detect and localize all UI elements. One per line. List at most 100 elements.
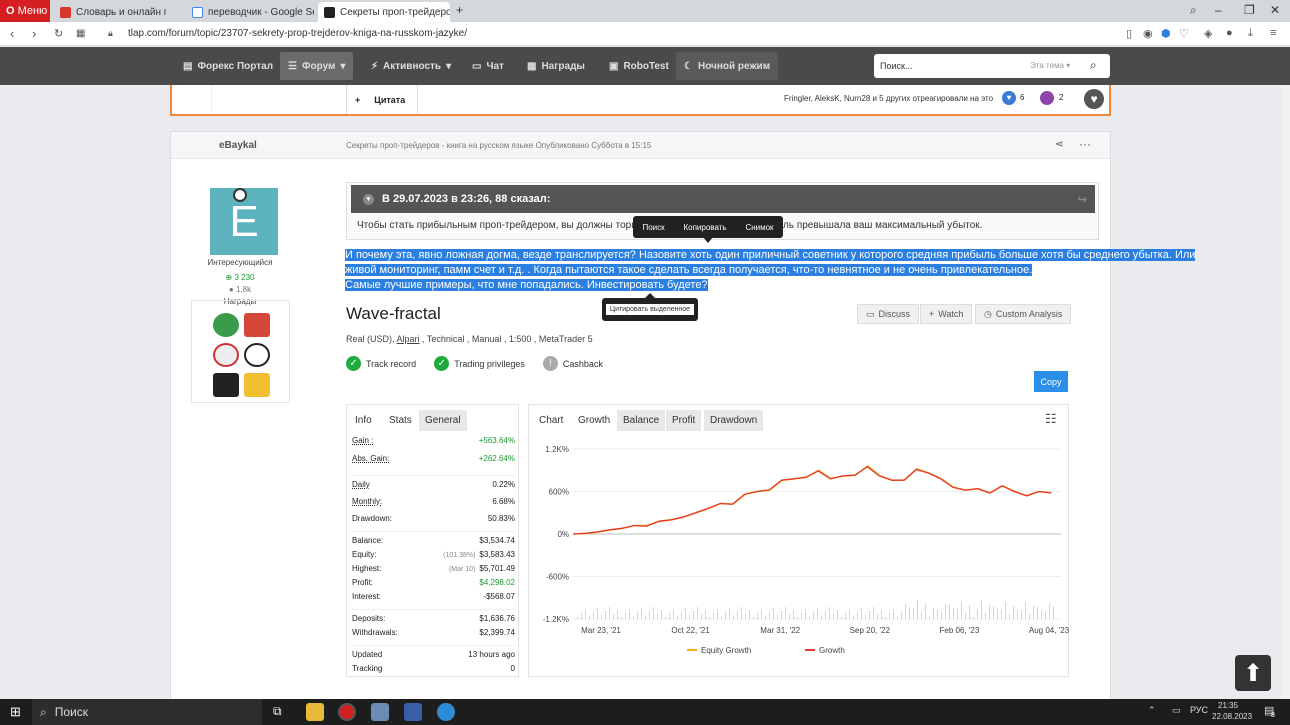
award-house-icon[interactable]	[213, 313, 239, 337]
camera-icon[interactable]: ◉	[1143, 27, 1153, 40]
opera-taskbar-icon[interactable]	[338, 703, 356, 721]
search-scope[interactable]: Эта тема ▾	[1030, 61, 1070, 70]
user-rank: Интересующийся	[207, 258, 273, 267]
nav-chat[interactable]: ▭ Чат	[472, 47, 504, 85]
tab-stats[interactable]: Stats	[383, 410, 418, 431]
share-arrow-icon[interactable]: ↪	[1078, 193, 1087, 206]
broker-link[interactable]: Alpari	[397, 334, 420, 344]
nav-activity[interactable]: ⚡︎ Активность ▾	[371, 47, 451, 85]
tab-drawdown[interactable]: Drawdown	[704, 410, 764, 431]
quote-header[interactable]: ▾ В 29.07.2023 в 23:26, 88 сказал: ↪	[351, 185, 1095, 213]
award-briefcase-icon[interactable]	[213, 373, 239, 397]
tab-chart[interactable]: Chart	[533, 410, 569, 431]
author-name[interactable]: eBaykal	[219, 140, 257, 151]
search-tabs-icon[interactable]: ⌕	[1190, 3, 1197, 18]
vpn-icon[interactable]: ⬢	[1161, 27, 1171, 40]
menu-icon[interactable]: ≡	[1270, 27, 1276, 39]
chart-settings-icon[interactable]: ☷	[1045, 411, 1057, 427]
context-snapshot[interactable]: Снимок	[745, 223, 773, 232]
context-copy[interactable]: Копировать	[683, 223, 726, 232]
network-icon[interactable]: ▭	[1172, 705, 1181, 716]
cube-icon[interactable]: ◈	[1204, 27, 1212, 40]
clock-time[interactable]: 21:35	[1218, 701, 1238, 710]
restore-icon[interactable]: ❐	[1244, 3, 1255, 17]
volume-bar	[589, 616, 590, 619]
discuss-button[interactable]: ▭ Discuss	[857, 304, 920, 324]
volume-bar	[685, 608, 686, 619]
moon-icon: ☾	[684, 60, 693, 72]
back-icon[interactable]: ‹	[10, 26, 14, 41]
badge-cashback[interactable]: ! Cashback	[542, 356, 603, 371]
volume-bar	[1041, 610, 1042, 619]
custom-analysis-button[interactable]: ◷ Custom Analysis	[975, 304, 1072, 324]
close-window-icon[interactable]: ✕	[1270, 3, 1280, 17]
volume-bar	[865, 615, 866, 619]
nav-forum[interactable]: ☰ Форум ▾	[280, 52, 354, 80]
award-face-icon[interactable]	[244, 343, 270, 367]
profile-icon[interactable]: ●	[1226, 27, 1233, 39]
share-icon[interactable]: ⋖	[1055, 139, 1063, 150]
nav-awards[interactable]: ▦ Награды	[527, 47, 585, 85]
tab-info[interactable]: Info	[349, 410, 378, 431]
volume-bar	[769, 612, 770, 619]
download-icon[interactable]: ⤓	[1248, 27, 1253, 40]
volume-bar	[973, 617, 974, 619]
award-robot-icon[interactable]	[244, 373, 270, 397]
windows-start-icon[interactable]: ⊞	[10, 704, 21, 720]
tray-chevron-icon[interactable]: ⌃	[1148, 705, 1156, 716]
reader-icon[interactable]: ▯	[1126, 27, 1132, 40]
copy-button[interactable]: Copy	[1034, 371, 1068, 392]
tab-general[interactable]: General	[419, 410, 467, 431]
tlap-favicon-icon	[324, 6, 335, 18]
search-input[interactable]: Поиск...	[880, 61, 912, 71]
quote-button[interactable]: + Цитата	[346, 85, 418, 114]
account-title: Wave-fractal	[346, 304, 441, 323]
reload-icon[interactable]: ↻	[54, 27, 63, 40]
watch-button[interactable]: + Watch	[920, 304, 973, 324]
award-santa-icon[interactable]	[213, 343, 239, 367]
opera-menu-button[interactable]: O Меню	[0, 0, 50, 22]
search-icon[interactable]: ⌕	[1090, 58, 1097, 73]
heart-icon[interactable]: ♡	[1179, 27, 1189, 40]
language-indicator[interactable]: РУС	[1190, 705, 1208, 715]
divider	[352, 531, 515, 532]
volume-bar	[757, 613, 758, 619]
context-search[interactable]: Поиск	[642, 223, 664, 232]
badges-row: ✓ Track record ✓ Trading privileges ! Cashb…	[346, 356, 603, 371]
badge-track-record[interactable]: ✓ Track record	[346, 356, 416, 371]
quote-selection-button[interactable]: Цитировать выделенное	[602, 298, 698, 321]
scroll-top-button[interactable]: ⬆	[1235, 655, 1271, 691]
forward-icon[interactable]: ›	[32, 26, 36, 41]
volume-bar	[617, 610, 618, 619]
file-explorer-icon[interactable]	[306, 703, 324, 721]
minimize-icon[interactable]: –	[1215, 3, 1222, 17]
browser-tab-2[interactable]: переводчик - Google Searc...	[186, 2, 314, 22]
taskbar-search[interactable]: ⌕ Поиск	[32, 699, 262, 725]
telegram-icon[interactable]	[437, 703, 455, 721]
browser-tab-3[interactable]: Секреты проп-трейдеров ...	[318, 2, 450, 22]
clock-date[interactable]: 22.08.2023	[1212, 712, 1252, 721]
volume-bar	[781, 611, 782, 619]
nav-forex-portal[interactable]: ▤ Форекс Портал	[183, 47, 273, 85]
app-icon-2[interactable]	[404, 703, 422, 721]
nav-night-mode[interactable]: ☾ Ночной режим	[676, 52, 779, 80]
reactions-text[interactable]: Fringler, AleksK, Nurn28 и 5 других отре…	[784, 94, 993, 103]
app-icon-1[interactable]	[371, 703, 389, 721]
tab-growth[interactable]: Growth	[572, 410, 616, 431]
award-trader-icon[interactable]	[244, 313, 270, 337]
speed-dial-icon[interactable]: ▦	[76, 28, 85, 39]
nav-robotest[interactable]: ▣ RoboTest	[609, 47, 669, 85]
react-heart-icon[interactable]: ♥	[1084, 89, 1104, 109]
tab-profit[interactable]: Profit	[666, 410, 702, 431]
new-tab-icon[interactable]: +	[456, 3, 463, 17]
volume-bar	[997, 609, 998, 619]
browser-tab-1[interactable]: Словарь и онлайн перево...	[54, 2, 166, 22]
url-field[interactable]: tlap.com/forum/topic/23707-sekrety-prop-…	[128, 28, 467, 39]
more-options-icon[interactable]: ···	[1079, 137, 1091, 151]
scrollbar[interactable]	[1281, 85, 1290, 699]
tab-balance[interactable]: Balance	[617, 410, 666, 431]
stat-label: Highest:	[352, 564, 382, 573]
badge-trading-privileges[interactable]: ✓ Trading privileges	[434, 356, 525, 371]
volume-bar	[889, 613, 890, 619]
task-view-icon[interactable]: ⧉	[273, 704, 282, 719]
